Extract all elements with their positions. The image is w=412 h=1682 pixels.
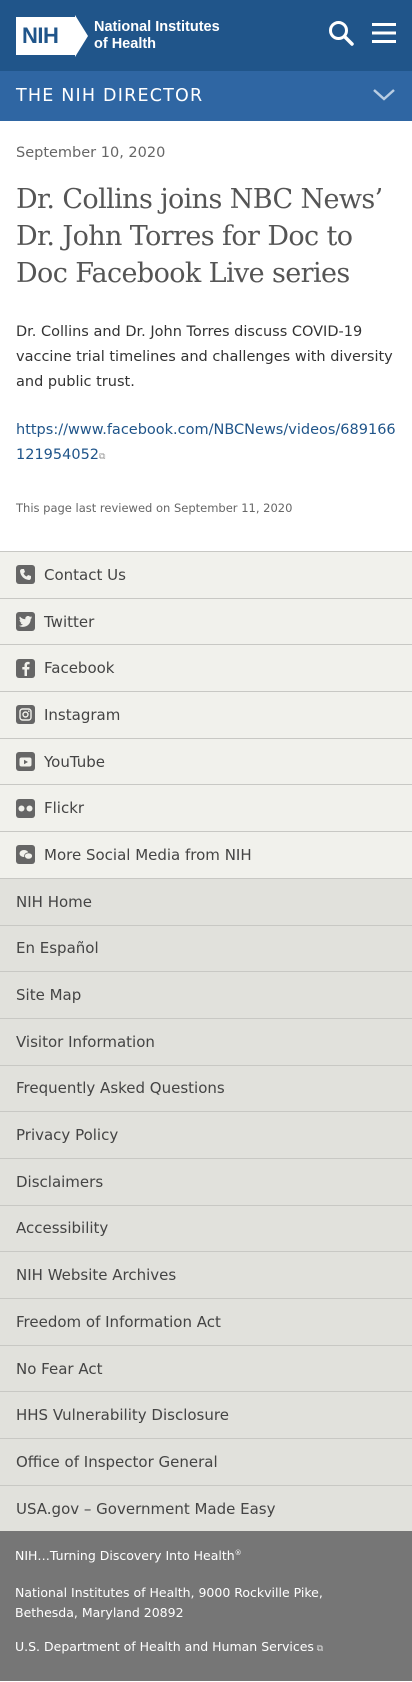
footer-link-hhs-vulnerability[interactable]: HHS Vulnerability Disclosure — [0, 1391, 412, 1439]
footer-more-social-media[interactable]: More Social Media from NIH — [0, 831, 412, 878]
site-footer: Contact Us Twitter Facebook Instagram Yo… — [0, 551, 412, 1682]
logo-line-2: of Health — [94, 35, 157, 52]
logo-mark-text: NIH — [22, 22, 59, 48]
footer-link-label: NIH Website Archives — [16, 1266, 177, 1285]
article: September 10, 2020 Dr. Collins joins NBC… — [0, 145, 412, 515]
nih-logo[interactable]: NIH National Institutes of Health — [16, 14, 220, 57]
footer-link-label: Office of Inspector General — [16, 1452, 218, 1471]
footer-link-label: HHS Vulnerability Disclosure — [16, 1406, 229, 1425]
flickr-icon — [16, 798, 35, 818]
facebook-video-link[interactable]: https://www.facebook.com/NBCNews/videos/… — [16, 418, 396, 470]
logo-arrow — [75, 14, 88, 57]
logo-text: National Institutes of Health — [94, 19, 220, 53]
footer-link-faq[interactable]: Frequently Asked Questions — [0, 1064, 412, 1112]
footer-link-label: Site Map — [16, 986, 82, 1005]
external-link-icon: ⧉ — [313, 1644, 324, 1655]
footer-link-website-archives[interactable]: NIH Website Archives — [0, 1251, 412, 1298]
facebook-icon — [16, 658, 35, 678]
footer-bottom: NIH…Turning Discovery Into Health® Natio… — [0, 1531, 412, 1682]
footer-link-label: NIH Home — [16, 892, 92, 911]
footer-flickr[interactable]: Flickr — [0, 784, 412, 832]
hamburger-menu-icon[interactable] — [372, 22, 396, 48]
logo-line-1: National Institutes — [94, 18, 220, 35]
social-label: More Social Media from NIH — [44, 845, 252, 864]
social-label: YouTube — [44, 752, 105, 771]
footer-facebook[interactable]: Facebook — [0, 644, 412, 692]
social-label: Flickr — [44, 799, 85, 818]
address-line-2: Bethesda, Maryland 20892 — [15, 1605, 184, 1621]
footer-link-en-espanol[interactable]: En Español — [0, 924, 412, 972]
social-label: Contact Us — [44, 565, 126, 584]
footer-link-label: Privacy Policy — [16, 1126, 119, 1145]
header-actions — [328, 20, 396, 50]
footer-link-label: En Español — [16, 939, 99, 958]
site-header: NIH National Institutes of Health — [0, 0, 412, 71]
footer-link-inspector-general[interactable]: Office of Inspector General — [0, 1438, 412, 1485]
section-nav-bar[interactable]: THE NIH DIRECTOR — [0, 71, 412, 121]
footer-link-label: Visitor Information — [16, 1032, 155, 1051]
chevron-down-icon[interactable] — [372, 87, 396, 106]
hhs-link-text: U.S. Department of Health and Human Serv… — [15, 1639, 314, 1655]
section-title: THE NIH DIRECTOR — [16, 86, 204, 106]
footer-instagram[interactable]: Instagram — [0, 691, 412, 738]
article-description: Dr. Collins and Dr. John Torres discuss … — [16, 324, 393, 390]
tagline-text: NIH…Turning Discovery Into Health — [15, 1548, 235, 1564]
address-line-1: National Institutes of Health, 9000 Rock… — [15, 1585, 323, 1601]
instagram-icon — [16, 705, 35, 725]
registered-mark: ® — [234, 1549, 242, 1558]
hhs-link[interactable]: U.S. Department of Health and Human Serv… — [15, 1639, 397, 1654]
youtube-icon — [16, 752, 35, 772]
footer-link-label: Frequently Asked Questions — [16, 1079, 225, 1098]
external-link-icon: ⧉ — [99, 452, 106, 462]
nih-logo-mark: NIH — [16, 16, 76, 55]
social-media-icon — [16, 845, 35, 865]
footer-twitter[interactable]: Twitter — [0, 597, 412, 645]
footer-link-usa-gov[interactable]: USA.gov – Government Made Easy — [0, 1484, 412, 1532]
footer-link-accessibility[interactable]: Accessibility — [0, 1204, 412, 1252]
social-label: Facebook — [44, 659, 115, 678]
footer-link-disclaimers[interactable]: Disclaimers — [0, 1157, 412, 1205]
footer-link-nih-home[interactable]: NIH Home — [0, 877, 412, 925]
footer-contact-us[interactable]: Contact Us — [0, 551, 412, 598]
article-title: Dr. Collins joins NBC News’ Dr. John Tor… — [16, 184, 383, 289]
link-text: https://www.facebook.com/NBCNews/videos/… — [16, 422, 396, 463]
search-icon[interactable] — [328, 20, 354, 50]
footer-link-label: Disclaimers — [16, 1172, 104, 1191]
article-date: September 10, 2020 — [16, 145, 166, 161]
footer-link-visitor-information[interactable]: Visitor Information — [0, 1017, 412, 1065]
last-reviewed-text: This page last reviewed on September 11,… — [16, 501, 293, 515]
footer-link-foia[interactable]: Freedom of Information Act — [0, 1298, 412, 1345]
footer-link-label: USA.gov – Government Made Easy — [16, 1499, 276, 1518]
social-label: Instagram — [44, 705, 121, 724]
nih-address: National Institutes of Health, 9000 Rock… — [15, 1583, 397, 1623]
footer-link-no-fear-act[interactable]: No Fear Act — [0, 1344, 412, 1392]
social-label: Twitter — [44, 612, 95, 631]
footer-link-privacy-policy[interactable]: Privacy Policy — [0, 1111, 412, 1158]
footer-link-label: No Fear Act — [16, 1359, 103, 1378]
phone-icon — [16, 565, 35, 585]
footer-link-site-map[interactable]: Site Map — [0, 971, 412, 1018]
footer-youtube[interactable]: YouTube — [0, 737, 412, 785]
nih-tagline: NIH…Turning Discovery Into Health® — [15, 1548, 397, 1563]
footer-link-label: Freedom of Information Act — [16, 1312, 221, 1331]
footer-link-label: Accessibility — [16, 1219, 109, 1238]
twitter-icon — [16, 612, 35, 632]
